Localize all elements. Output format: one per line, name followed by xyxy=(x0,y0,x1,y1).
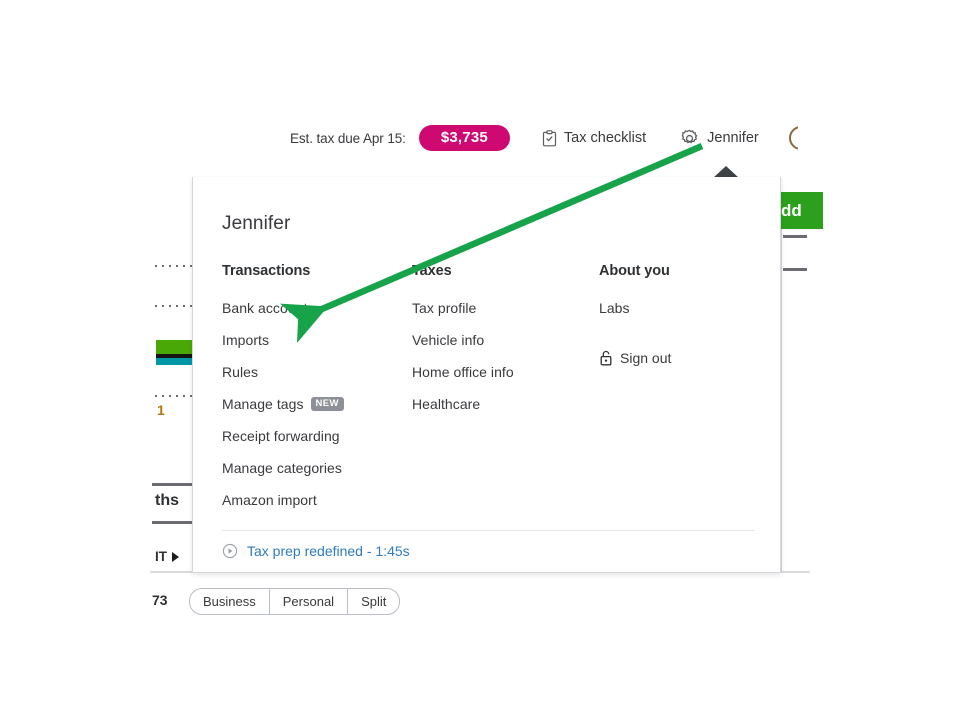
menu-item-imports[interactable]: Imports xyxy=(222,332,412,348)
section-rule-a xyxy=(152,483,194,486)
chart-bar-green xyxy=(156,340,192,354)
menu-item-receipt-forwarding[interactable]: Receipt forwarding xyxy=(222,428,412,444)
menu-item-label: Labs xyxy=(599,300,630,316)
dotted-rule-2 xyxy=(155,305,192,307)
gear-icon xyxy=(680,129,699,148)
menu-item-home-office-info[interactable]: Home office info xyxy=(412,364,599,380)
unlock-icon xyxy=(599,350,613,366)
row-amount-fragment: 73 xyxy=(152,592,168,608)
menu-item-label: Manage categories xyxy=(222,460,342,476)
menu-item-tax-profile[interactable]: Tax profile xyxy=(412,300,599,316)
business-personal-split-toggle[interactable]: Business Personal Split xyxy=(189,588,401,615)
menu-item-label: Manage tags xyxy=(222,396,304,412)
chart-axis-label-1: 1 xyxy=(157,402,165,418)
dropdown-columns: Transactions Bank accounts Imports Rules… xyxy=(222,263,762,508)
tax-checklist-label: Tax checklist xyxy=(563,130,647,146)
dropdown-footer-divider xyxy=(222,530,755,531)
dropdown-column-transactions: Transactions Bank accounts Imports Rules… xyxy=(222,263,412,508)
content-rule-right-2 xyxy=(783,268,807,271)
dotted-rule-3 xyxy=(155,395,192,397)
segment-personal[interactable]: Personal xyxy=(270,589,349,614)
menu-item-label: Amazon import xyxy=(222,492,317,508)
menu-item-label: Tax profile xyxy=(412,300,477,316)
chevron-right-icon xyxy=(172,551,179,562)
menu-item-bank-accounts[interactable]: Bank accounts xyxy=(222,300,412,316)
menu-item-vehicle-info[interactable]: Vehicle info xyxy=(412,332,599,348)
dropdown-user-name: Jennifer xyxy=(222,213,291,234)
est-tax-amount-pill[interactable]: $3,735 xyxy=(418,125,510,151)
menu-item-amazon-import[interactable]: Amazon import xyxy=(222,492,412,508)
add-button[interactable]: dd xyxy=(779,192,823,229)
menu-item-label: Rules xyxy=(222,364,259,380)
user-menu-button[interactable]: Jennifer xyxy=(680,129,759,148)
new-badge: NEW xyxy=(310,396,344,412)
it-fragment-row[interactable]: IT xyxy=(155,549,179,564)
it-fragment-label: IT xyxy=(155,549,167,564)
content-rule-right-1 xyxy=(783,235,807,238)
menu-item-label: Vehicle info xyxy=(412,332,485,348)
viewport-clip-mask xyxy=(798,120,838,160)
menu-item-manage-tags[interactable]: Manage tags NEW xyxy=(222,396,412,412)
app-topbar: Est. tax due Apr 15: $3,735 Tax checklis… xyxy=(290,124,759,152)
video-link[interactable]: Tax prep redefined - 1:45s xyxy=(222,543,410,559)
sign-out-button[interactable]: Sign out xyxy=(599,350,759,366)
sign-out-label: Sign out xyxy=(620,350,672,366)
column-heading-transactions: Transactions xyxy=(222,263,311,279)
menu-item-label: Imports xyxy=(222,332,270,348)
menu-item-healthcare[interactable]: Healthcare xyxy=(412,396,599,412)
dropdown-column-about-you: About you Labs Sign out xyxy=(599,263,759,508)
section-rule-b xyxy=(152,521,194,524)
panel-right-rule xyxy=(781,192,782,572)
menu-item-label: Healthcare xyxy=(412,396,481,412)
menu-item-rules[interactable]: Rules xyxy=(222,364,412,380)
user-account-dropdown: Jennifer Transactions Bank accounts Impo… xyxy=(192,177,781,573)
clipboard-check-icon xyxy=(542,129,557,147)
months-fragment-label: ths xyxy=(155,492,179,509)
segment-split[interactable]: Split xyxy=(348,589,399,614)
tax-checklist-button[interactable]: Tax checklist xyxy=(542,129,647,147)
menu-item-label: Bank accounts xyxy=(222,300,315,316)
column-heading-taxes: Taxes xyxy=(412,263,452,279)
chart-bar-teal xyxy=(156,358,192,365)
menu-item-label: Receipt forwarding xyxy=(222,428,340,444)
video-link-label: Tax prep redefined - 1:45s xyxy=(247,543,410,559)
segment-business[interactable]: Business xyxy=(190,589,270,614)
column-heading-about-you: About you xyxy=(599,263,670,279)
est-tax-due-label: Est. tax due Apr 15: xyxy=(290,130,406,146)
menu-item-labs[interactable]: Labs xyxy=(599,300,759,316)
menu-item-label: Home office info xyxy=(412,364,514,380)
play-circle-icon xyxy=(222,543,238,559)
screen-root: Est. tax due Apr 15: $3,735 Tax checklis… xyxy=(0,0,960,720)
dropdown-column-taxes: Taxes Tax profile Vehicle info Home offi… xyxy=(412,263,599,508)
dotted-rule-1 xyxy=(155,265,192,267)
user-menu-label: Jennifer xyxy=(707,130,759,146)
menu-item-manage-categories[interactable]: Manage categories xyxy=(222,460,412,476)
